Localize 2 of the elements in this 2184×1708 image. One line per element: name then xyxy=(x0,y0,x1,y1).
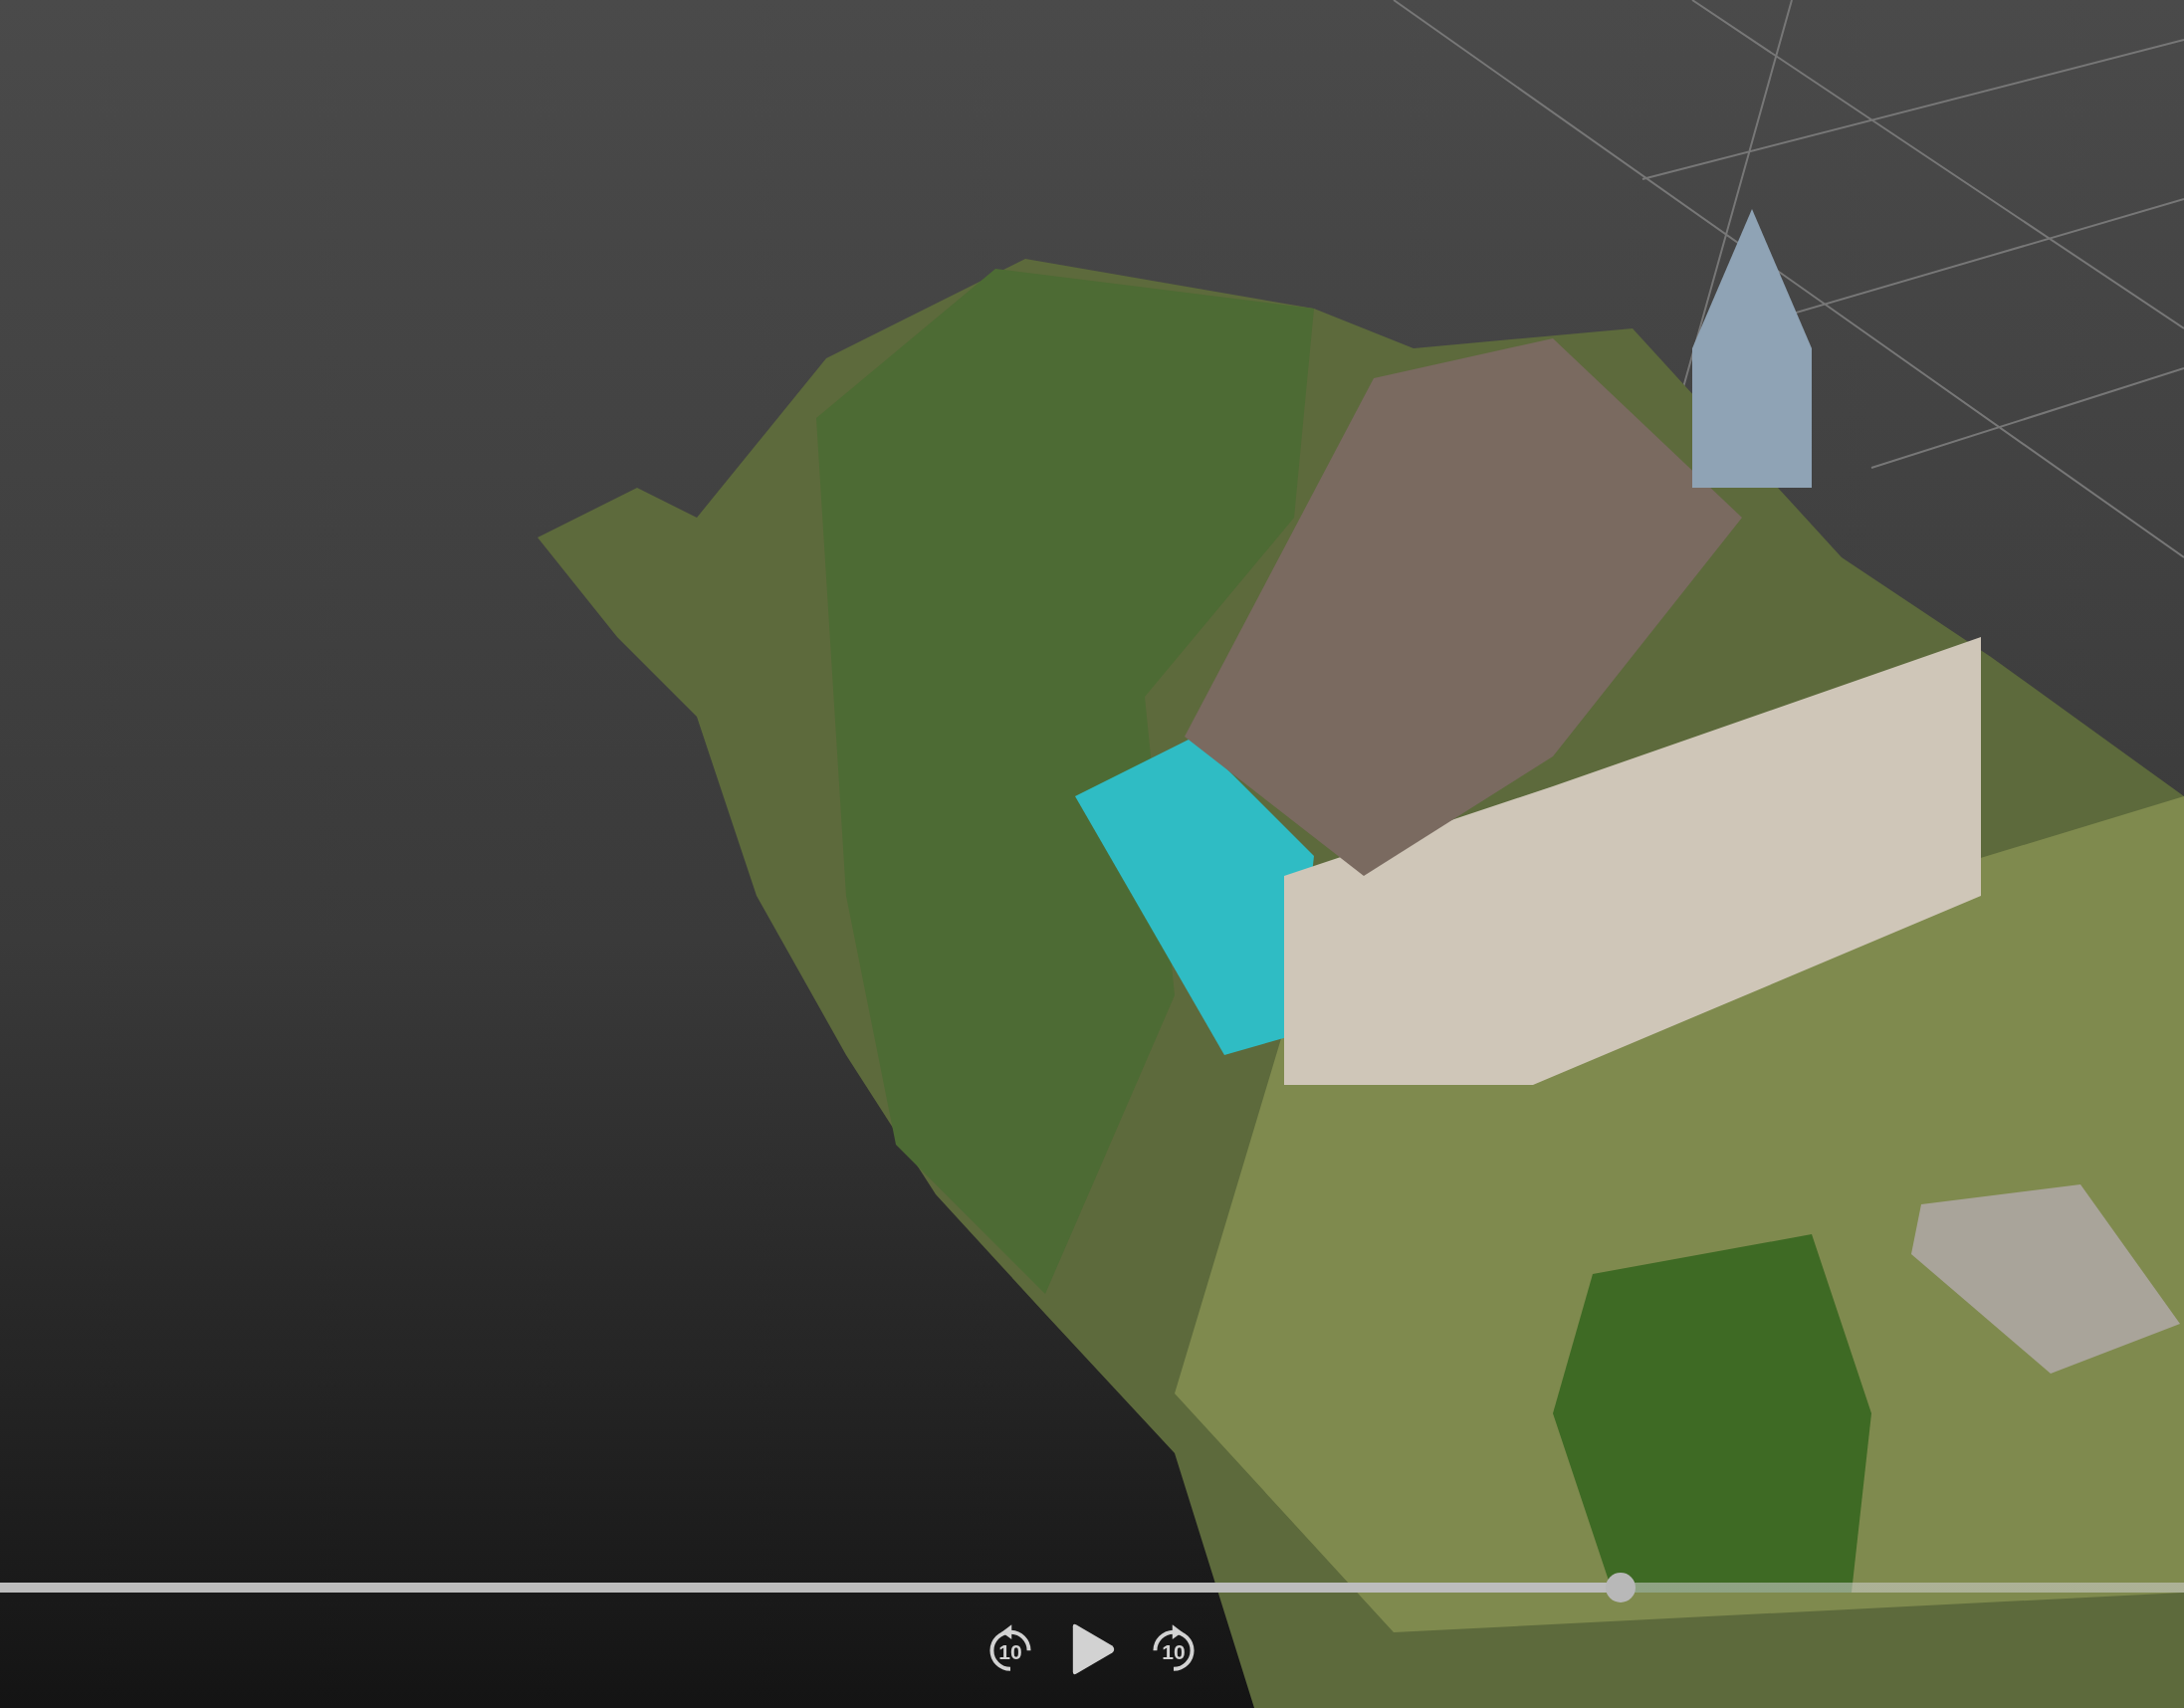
skip-forward-button[interactable]: 10 xyxy=(1148,1623,1200,1675)
skip-back-button[interactable]: 10 xyxy=(984,1623,1036,1675)
